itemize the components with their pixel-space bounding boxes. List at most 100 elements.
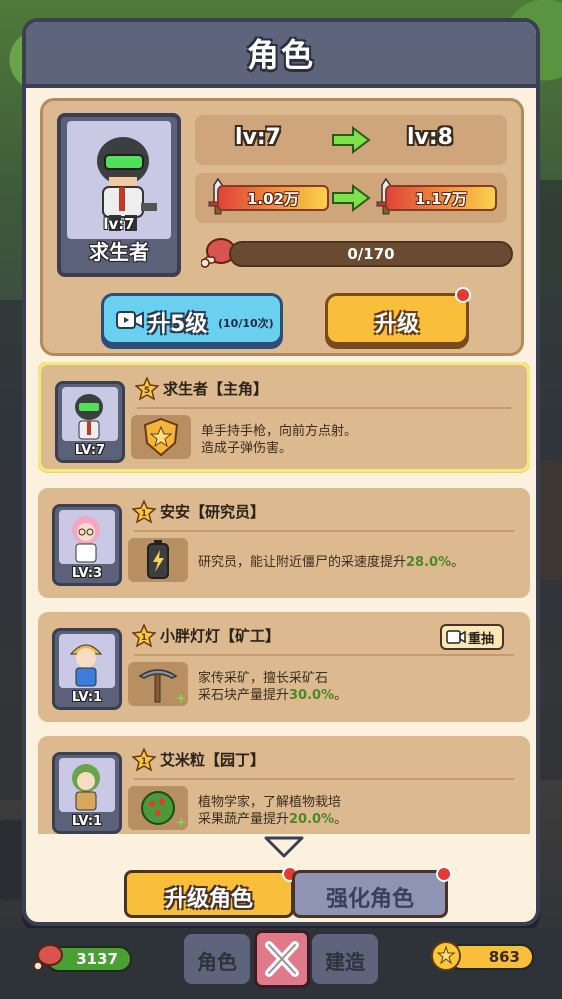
character-card-gardener[interactable]: LV:1 1 艾米粒【园丁】 + 植物学家，了解植物栽培 采果蔬产量提升20.0… — [38, 736, 530, 834]
star-count: 1 — [141, 633, 147, 643]
skill-icon-box: + — [128, 662, 188, 706]
ad-upgrade-count: (10/10次) — [218, 317, 274, 330]
star-icon: 1 — [132, 624, 156, 648]
avatar-image — [59, 510, 115, 564]
desc-percent: 28.0% — [406, 555, 452, 570]
meat-count: 3137 — [76, 950, 118, 968]
character-avatar: LV:7 — [55, 381, 125, 463]
soldier-avatar-icon — [75, 394, 103, 440]
level-compare-row: lv:7 lv:8 — [195, 115, 507, 165]
ad-upgrade-label: 升5级 — [148, 312, 208, 337]
fruit-bush-icon: + — [141, 791, 186, 829]
svg-text:+: + — [176, 691, 186, 705]
character-level: LV:7 — [74, 443, 106, 458]
character-avatar: LV:1 — [52, 752, 122, 834]
panel-header: 角色 — [26, 22, 536, 88]
character-card-researcher[interactable]: LV:3 1 安安【研究员】 研究员，能让附近僵尸的采速度提升28.0%。 — [38, 488, 530, 598]
desc-percent: 20.0% — [289, 812, 335, 827]
tab-upgrade-role-label: 升级角色 — [164, 887, 253, 912]
nav-tab-build[interactable]: 建造 — [312, 934, 378, 984]
close-button[interactable] — [254, 930, 310, 988]
meat-icon — [33, 944, 63, 971]
level-to: lv:8 — [407, 125, 453, 150]
ad-upgrade-5-levels-button[interactable]: 升5级 (10/10次) — [101, 293, 283, 345]
researcher-avatar-icon — [72, 516, 100, 563]
battery-icon — [147, 540, 169, 579]
character-desc: 家传采矿，擅长采矿石 采石块产量提升30.0%。 — [198, 670, 518, 704]
desc-suffix: 。 — [334, 688, 348, 703]
desc-text: 研究员，能让附近僵尸的采速度提升 — [198, 555, 407, 570]
gardener-avatar-icon — [72, 764, 100, 811]
coin-icon — [431, 941, 461, 971]
nav-tab-build-label: 建造 — [325, 950, 365, 974]
card-divider — [134, 778, 514, 780]
star-count: 1 — [141, 757, 147, 767]
character-desc: 植物学家，了解植物栽培 采果蔬产量提升20.0%。 — [198, 794, 518, 828]
star-count: 5 — [144, 386, 150, 396]
character-name: 求生者【主角】 — [163, 380, 269, 398]
upgrade-notification-dot — [455, 287, 471, 303]
card-divider — [134, 654, 514, 656]
character-avatar: LV:1 — [52, 628, 122, 710]
tab-enhance-role[interactable]: 强化角色 — [292, 870, 448, 918]
hero-upgrade-box: lv:7 求生者 lv:7 lv:8 1.02万 1.17万 0/170 升5级… — [40, 98, 524, 356]
character-level: LV:1 — [71, 690, 103, 705]
video-camera-icon — [446, 630, 466, 644]
avatar-image — [59, 634, 115, 688]
tab-enhance-role-label: 强化角色 — [325, 887, 414, 912]
arrow-right-icon — [332, 126, 371, 154]
attack-to-value: 1.17万 — [414, 190, 467, 208]
attack-compare-row: 1.02万 1.17万 — [195, 173, 507, 223]
video-camera-icon — [116, 311, 144, 329]
attack-from-bar: 1.02万 — [217, 185, 329, 211]
character-name: 小胖灯灯【矿工】 — [160, 627, 281, 645]
card-divider — [134, 530, 514, 532]
star-icon: 1 — [132, 748, 156, 772]
reroll-label: 重抽 — [468, 632, 495, 647]
pickaxe-icon: + — [138, 669, 186, 705]
character-card-miner[interactable]: LV:1 1 小胖灯灯【矿工】 重抽 + 家传采矿，擅长采矿石 采石块产量提升3… — [38, 612, 530, 722]
character-desc: 单手持手枪，向前方点射。 造成子弹伤害。 — [201, 424, 358, 456]
desc-percent: 30.0% — [289, 688, 335, 703]
character-name: 艾米粒【园丁】 — [160, 751, 266, 769]
miner-avatar-icon — [69, 644, 103, 687]
skill-icon-box — [128, 538, 188, 582]
nav-tab-role[interactable]: 角色 — [184, 934, 250, 984]
hero-portrait[interactable]: lv:7 求生者 — [57, 113, 181, 277]
avatar-image — [62, 387, 118, 441]
character-avatar: LV:3 — [52, 504, 122, 586]
character-desc: 研究员，能让附近僵尸的采速度提升28.0%。 — [198, 554, 518, 571]
character-name: 安安【研究员】 — [160, 503, 266, 521]
nav-tab-role-label: 角色 — [197, 950, 237, 974]
chevron-down-icon[interactable] — [264, 834, 304, 860]
panel-title: 角色 — [246, 36, 315, 74]
skill-icon-box: + — [128, 786, 188, 830]
character-panel: 角色 lv:7 求生者 lv:7 lv:8 1.02万 1.17万 0/170 … — [22, 18, 540, 926]
coin-count: 863 — [488, 948, 520, 966]
upgrade-button[interactable]: 升级 — [325, 293, 469, 345]
character-card-survivor[interactable]: LV:7 5 求生者【主角】 单手持手枪，向前方点射。 造成子弹伤害。 — [38, 362, 530, 472]
character-level: LV:3 — [71, 566, 103, 581]
tab-enhance-notification-dot — [436, 866, 452, 882]
arrow-right-icon — [332, 184, 371, 212]
upgrade-label: 升级 — [374, 312, 419, 337]
exp-progress-value: 0/170 — [347, 245, 395, 263]
attack-to-bar: 1.17万 — [385, 185, 497, 211]
tab-upgrade-role[interactable]: 升级角色 — [124, 870, 294, 918]
character-level: LV:1 — [71, 814, 103, 829]
star-icon: 1 — [132, 500, 156, 524]
hero-name: 求生者 — [89, 240, 149, 264]
character-list[interactable]: LV:7 5 求生者【主角】 单手持手枪，向前方点射。 造成子弹伤害。 LV:3… — [38, 362, 530, 834]
close-icon — [265, 941, 299, 977]
shield-star-icon — [143, 417, 179, 457]
star-count: 1 — [141, 509, 147, 519]
level-from: lv:7 — [235, 125, 281, 150]
hero-level-badge: lv:7 — [103, 215, 135, 233]
card-divider — [137, 407, 511, 409]
desc-suffix: 。 — [451, 555, 465, 570]
avatar-image — [59, 758, 115, 812]
star-icon: 5 — [135, 377, 159, 401]
desc-suffix: 。 — [334, 812, 348, 827]
exp-progress-bar: 0/170 — [229, 241, 513, 267]
reroll-button[interactable]: 重抽 — [440, 624, 504, 650]
